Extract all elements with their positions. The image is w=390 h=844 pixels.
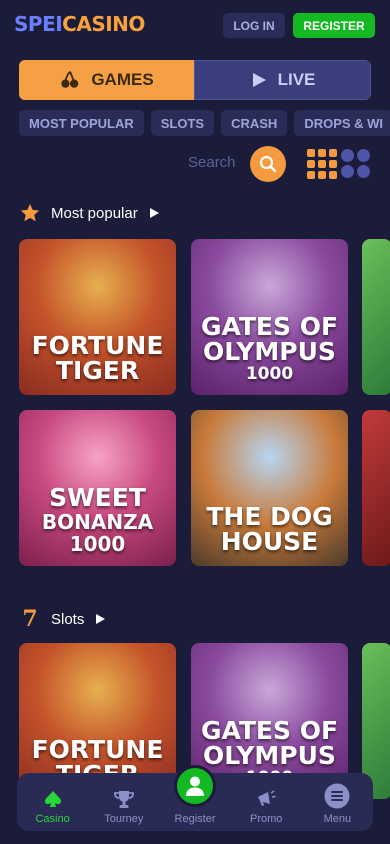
section-slots-header[interactable]: 7 Slots (19, 606, 106, 632)
grid-small-view-icon[interactable] (307, 149, 337, 179)
play-icon (252, 73, 266, 87)
game-title-line1: GATES OF (200, 312, 339, 341)
nav-tourney[interactable]: Tourney (88, 773, 159, 831)
game-card-fortune-tiger[interactable]: FORTUNE TIGER (19, 239, 176, 395)
spade-icon (44, 791, 61, 807)
trophy-icon (113, 791, 134, 808)
game-title-line1: FORTUNE (31, 735, 164, 764)
game-title-line2: BONANZA (41, 510, 154, 534)
tab-live[interactable]: LIVE (194, 60, 371, 100)
category-crash[interactable]: CRASH (221, 110, 288, 136)
logo[interactable]: SPEICASINO (14, 12, 145, 36)
game-title-line2: TIGER (55, 356, 140, 385)
category-drops-wins[interactable]: DROPS & WI (294, 110, 390, 136)
tab-live-label: LIVE (277, 70, 316, 89)
mode-tabs: GAMES LIVE (19, 60, 371, 100)
game-card-sweet-bonanza[interactable]: SWEET BONANZA 1000 (19, 410, 176, 566)
megaphone-icon (258, 790, 276, 806)
login-button[interactable]: LOG IN (223, 13, 285, 38)
section-title: Slots (51, 610, 85, 628)
game-title: GATES OF OLYMPUS 1000 (201, 314, 338, 383)
section-title: Most popular (51, 204, 138, 222)
header: SPEICASINO LOG IN REGISTER (0, 0, 390, 50)
section-arrow-icon (96, 614, 106, 624)
game-title-line1: THE DOG (206, 502, 333, 531)
game-title-line1: SWEET (49, 483, 146, 512)
game-card-gates-of-olympus[interactable]: GATES OF OLYMPUS 1000 (191, 239, 348, 395)
nav-casino-label: Casino (35, 813, 70, 825)
category-slots[interactable]: SLOTS (150, 110, 215, 136)
nav-menu[interactable]: Menu (302, 773, 373, 831)
category-most-popular[interactable]: MOST POPULAR (19, 110, 144, 136)
game-card-partial[interactable] (362, 239, 390, 395)
cherries-icon (61, 71, 79, 88)
game-title-line3: 1000 (69, 532, 126, 556)
game-title-line3: 1000 (245, 364, 294, 384)
section-arrow-icon (149, 208, 159, 218)
game-title-line1: GATES OF (200, 716, 339, 745)
user-icon (186, 776, 204, 796)
game-title-line1: FORTUNE (31, 331, 164, 360)
tab-games-label: GAMES (91, 70, 154, 89)
game-card-the-dog-house[interactable]: THE DOG HOUSE (191, 410, 348, 566)
nav-register-label: Register (174, 813, 216, 825)
nav-tourney-label: Tourney (104, 813, 144, 825)
logo-part2: CASINO (62, 12, 145, 36)
tab-games[interactable]: GAMES (19, 60, 194, 100)
nav-casino[interactable]: Casino (17, 773, 88, 831)
game-card-partial[interactable] (362, 410, 390, 566)
search-label[interactable]: Search (188, 154, 236, 171)
category-row: MOST POPULAR SLOTS CRASH DROPS & WI (19, 110, 390, 136)
game-title-line2: OLYMPUS (203, 741, 336, 770)
grid-large-view-icon[interactable] (341, 149, 370, 178)
logo-part1: SPEI (14, 12, 63, 36)
nav-promo[interactable]: Promo (231, 773, 302, 831)
star-icon (20, 203, 40, 222)
nav-menu-label: Menu (323, 813, 352, 825)
search-button[interactable] (250, 146, 286, 182)
game-title-line2: HOUSE (220, 527, 319, 556)
menu-icon (324, 783, 350, 809)
game-title-line2: OLYMPUS (203, 337, 336, 366)
seven-icon: 7 (22, 606, 38, 632)
register-button[interactable]: REGISTER (293, 13, 375, 38)
game-title: THE DOG HOUSE (206, 504, 332, 554)
section-most-popular-header[interactable]: Most popular (19, 202, 159, 224)
game-title: SWEET BONANZA 1000 (42, 485, 153, 554)
nav-promo-label: Promo (250, 813, 283, 825)
game-title: FORTUNE TIGER (32, 333, 164, 383)
register-fab[interactable] (174, 765, 216, 807)
search-icon (259, 155, 277, 173)
